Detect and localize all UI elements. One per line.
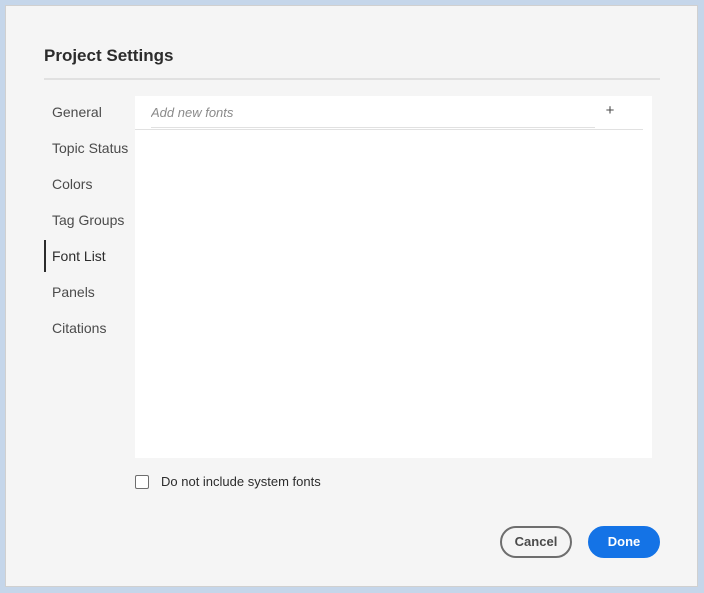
settings-nav: General Topic Status Colors Tag Groups F… [44, 96, 134, 348]
nav-item-topic-status[interactable]: Topic Status [44, 132, 134, 168]
plus-icon[interactable]: + [601, 102, 619, 120]
exclude-system-fonts-checkbox[interactable] [135, 474, 149, 489]
font-list [135, 130, 652, 458]
exclude-system-fonts-label: Do not include system fonts [161, 474, 321, 489]
project-settings-dialog: Project Settings General Topic Status Co… [5, 5, 698, 587]
dialog-title: Project Settings [44, 46, 174, 65]
font-list-panel: + [135, 96, 652, 458]
nav-item-general[interactable]: General [44, 96, 134, 132]
nav-item-panels[interactable]: Panels [44, 276, 134, 312]
exclude-system-fonts-option[interactable]: Do not include system fonts [135, 474, 321, 489]
done-button[interactable]: Done [588, 526, 660, 558]
nav-item-citations[interactable]: Citations [44, 312, 134, 348]
nav-item-font-list[interactable]: Font List [44, 240, 134, 276]
nav-item-tag-groups[interactable]: Tag Groups [44, 204, 134, 240]
nav-item-colors[interactable]: Colors [44, 168, 134, 204]
title-divider [44, 78, 660, 80]
add-font-input[interactable] [151, 98, 595, 128]
cancel-button[interactable]: Cancel [500, 526, 572, 558]
